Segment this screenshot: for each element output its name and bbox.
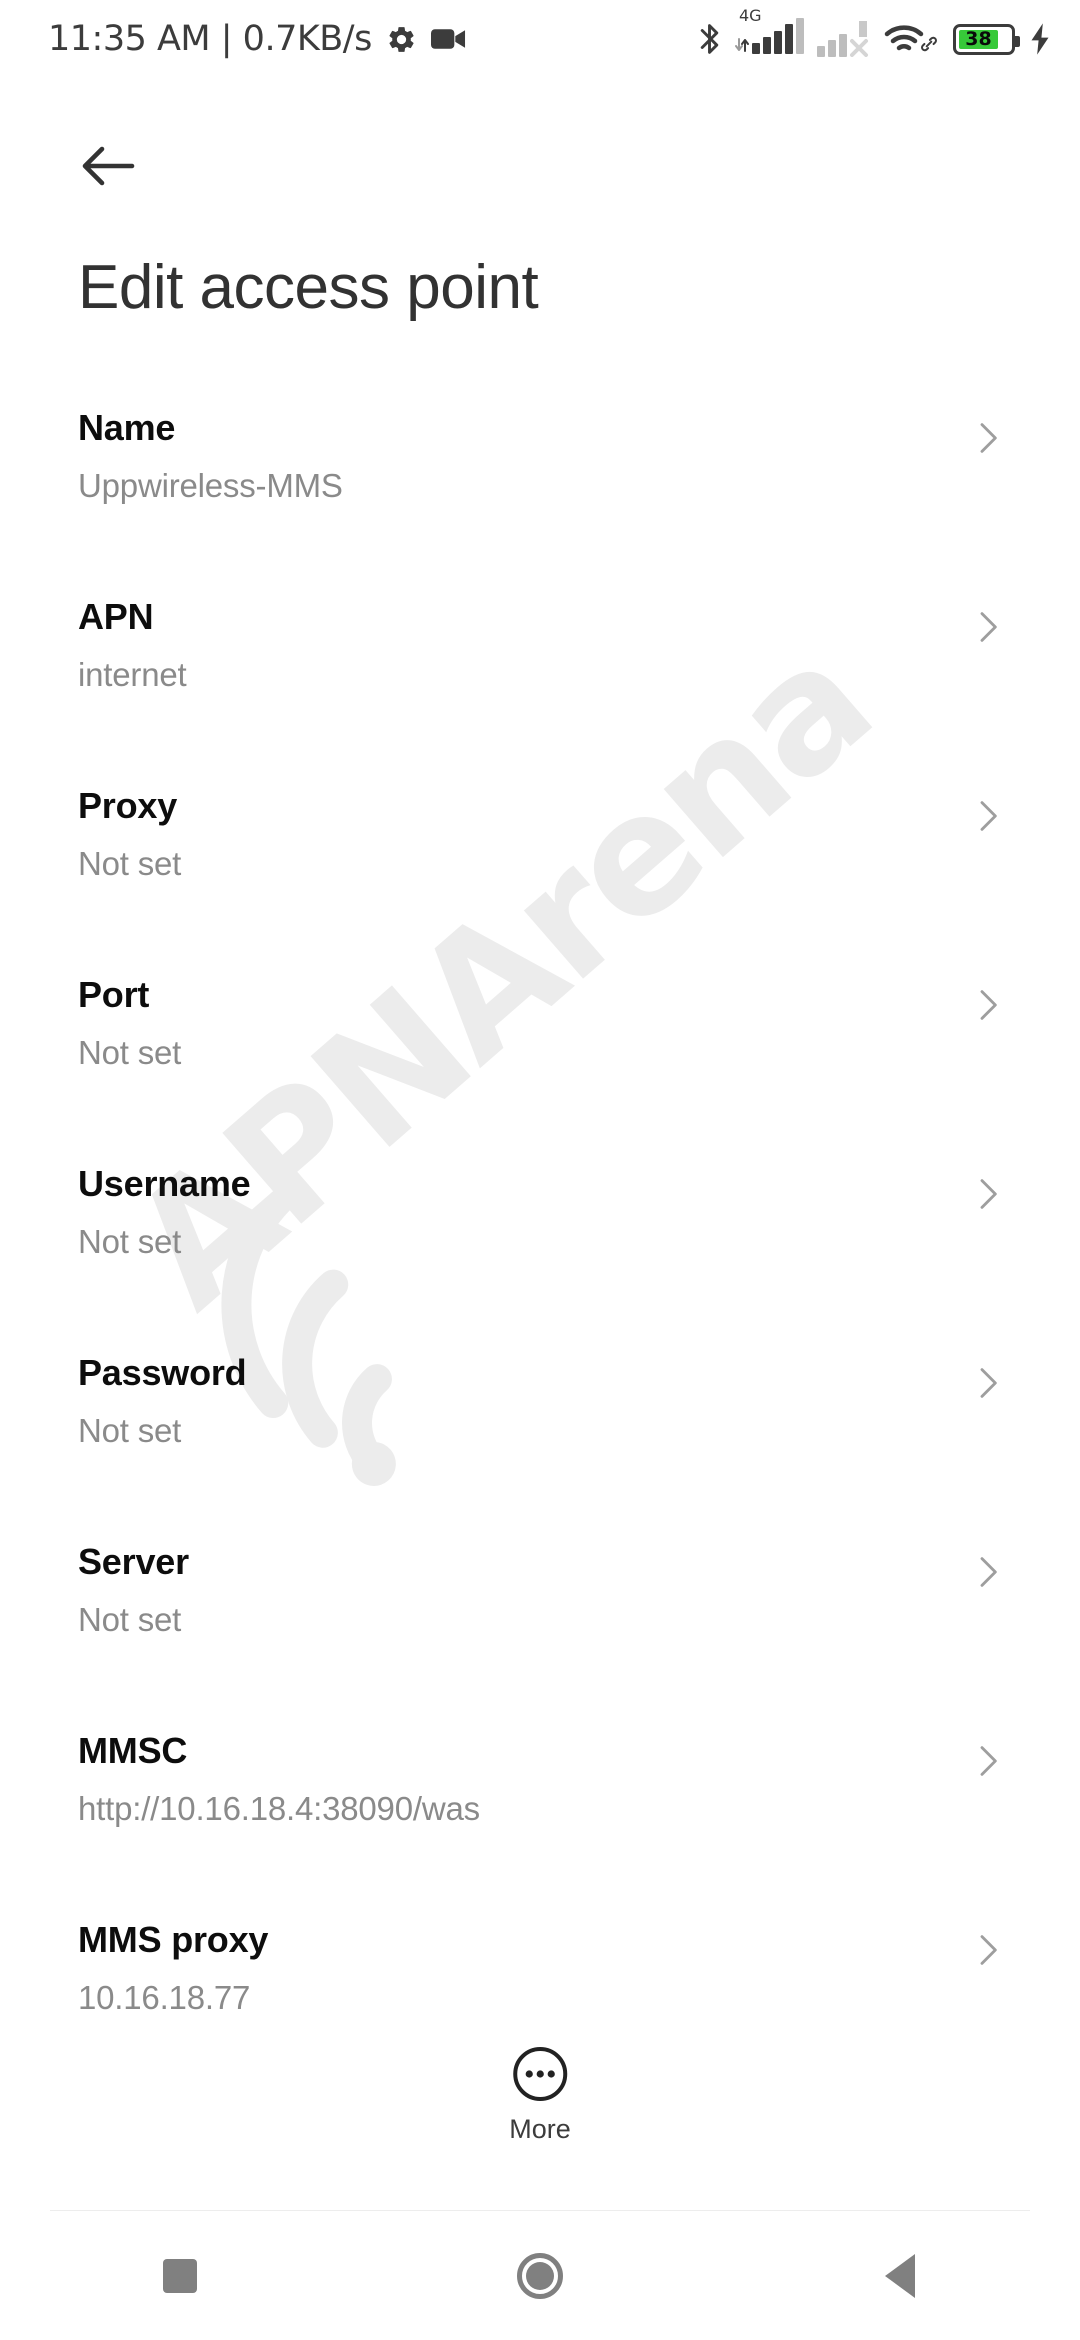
battery-icon: 38	[953, 23, 1020, 55]
page-title: Edit access point	[78, 253, 539, 322]
row-value: Not set	[78, 1034, 182, 1071]
list-item-apn[interactable]: APN internet	[0, 581, 1080, 770]
row-value: Not set	[78, 845, 182, 882]
phone-screen: APNArena 11:35 AM | 0.7KB/s 4G 38 Edit a…	[0, 0, 1080, 2340]
row-title: Port	[78, 974, 150, 1015]
status-clock: 11:35 AM | 0.7KB/s	[48, 19, 372, 59]
gear-icon	[389, 26, 414, 52]
status-bar: 11:35 AM | 0.7KB/s 4G 38	[0, 0, 1080, 78]
back-button[interactable]	[62, 118, 158, 214]
wifi-icon	[883, 23, 940, 55]
list-item-port[interactable]: Port Not set	[0, 959, 1080, 1148]
arrow-left-icon	[82, 146, 135, 186]
nav-back-button[interactable]	[720, 2212, 1080, 2340]
row-value: http://10.16.18.4:38090/was	[78, 1790, 480, 1827]
charging-bolt-icon	[1031, 23, 1049, 55]
row-title: Name	[78, 407, 176, 448]
nav-recents-button[interactable]	[0, 2212, 360, 2340]
row-title: Proxy	[78, 785, 178, 826]
list-item-proxy[interactable]: Proxy Not set	[0, 770, 1080, 959]
sim1-signal-icon: 4G	[735, 6, 804, 54]
list-item-password[interactable]: Password Not set	[0, 1337, 1080, 1526]
square-icon	[163, 2259, 197, 2293]
chevron-right-icon	[980, 1935, 997, 1965]
overflow-circle-icon	[512, 2047, 567, 2101]
nav-divider	[50, 2210, 1030, 2211]
settings-list: Name Uppwireless-MMS APN internet Proxy …	[0, 392, 1080, 2093]
list-item-mmsc[interactable]: MMSC http://10.16.18.4:38090/was	[0, 1715, 1080, 1904]
more-label: More	[509, 2114, 571, 2144]
sim1-network-label: 4G	[739, 6, 762, 25]
nav-home-button[interactable]	[360, 2212, 720, 2340]
chevron-right-icon	[980, 990, 997, 1020]
sim2-signal-icon	[817, 21, 870, 57]
chevron-right-icon	[980, 1179, 997, 1209]
triangle-left-icon	[885, 2254, 915, 2298]
battery-percent-label: 38	[965, 27, 992, 50]
row-title: Password	[78, 1352, 247, 1393]
list-item-name[interactable]: Name Uppwireless-MMS	[0, 392, 1080, 581]
chevron-right-icon	[980, 801, 997, 831]
sim2-no-service-icon	[850, 21, 868, 57]
row-title: Username	[78, 1163, 251, 1204]
circle-icon	[517, 2253, 563, 2299]
row-title: MMSC	[78, 1730, 188, 1771]
row-value: Uppwireless-MMS	[78, 467, 343, 504]
link-icon	[921, 36, 937, 52]
row-title: Server	[78, 1541, 189, 1582]
list-item-username[interactable]: Username Not set	[0, 1148, 1080, 1337]
chevron-right-icon	[980, 1557, 997, 1587]
row-title: APN	[78, 596, 154, 637]
bluetooth-icon	[700, 24, 719, 54]
row-value: Not set	[78, 1412, 182, 1449]
chevron-right-icon	[980, 1746, 997, 1776]
chevron-right-icon	[980, 612, 997, 642]
chevron-right-icon	[980, 423, 997, 453]
list-item-server[interactable]: Server Not set	[0, 1526, 1080, 1715]
status-bar-right: 4G 38	[697, 0, 1052, 78]
video-camera-icon	[430, 29, 465, 49]
status-bar-left: 11:35 AM | 0.7KB/s	[48, 0, 466, 78]
row-value: Not set	[78, 1601, 182, 1638]
chevron-right-icon	[980, 1368, 997, 1398]
row-title: MMS proxy	[78, 1919, 269, 1960]
data-arrows-icon	[735, 38, 749, 52]
row-value: Not set	[78, 1223, 182, 1260]
navigation-bar	[0, 2212, 1080, 2340]
row-value: internet	[78, 656, 187, 693]
more-button[interactable]: More	[509, 2045, 571, 2145]
row-value: 10.16.18.77	[78, 1979, 251, 2016]
